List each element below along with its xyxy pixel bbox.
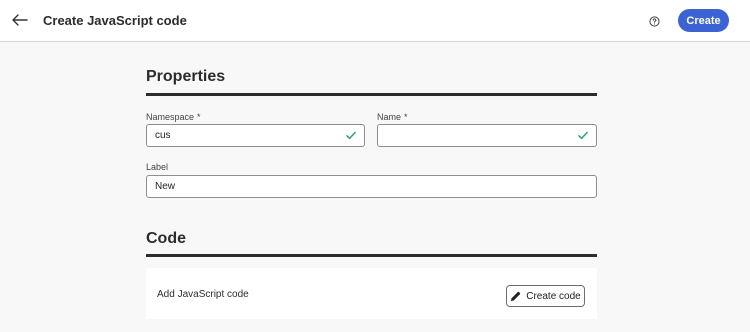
name-label: Name * <box>377 112 408 122</box>
top-bar: Create JavaScript code Create <box>0 0 750 42</box>
name-field[interactable] <box>377 124 597 147</box>
label-value: New <box>155 181 176 192</box>
create-code-label: Create code <box>526 290 581 302</box>
create-code-button[interactable]: Create code <box>506 285 585 307</box>
help-button[interactable] <box>645 12 663 30</box>
properties-divider <box>146 93 597 96</box>
namespace-field[interactable]: cus <box>146 124 365 147</box>
checkmark-icon <box>346 131 356 141</box>
namespace-label: Namespace * <box>146 112 201 122</box>
back-button[interactable] <box>10 10 30 30</box>
create-button[interactable]: Create <box>678 9 729 32</box>
checkmark-icon <box>578 131 588 141</box>
label-field-label: Label <box>146 162 169 172</box>
arrow-left-icon <box>12 14 28 26</box>
code-divider <box>146 254 597 257</box>
add-code-label: Add JavaScript code <box>157 289 249 300</box>
required-mark: * <box>404 112 408 122</box>
properties-heading: Properties <box>146 68 226 85</box>
code-heading: Code <box>146 230 186 247</box>
pencil-icon <box>511 291 521 301</box>
help-circle-icon <box>648 15 660 27</box>
name-label-text: Name <box>377 112 402 122</box>
label-field[interactable]: New <box>146 175 597 198</box>
namespace-value: cus <box>155 130 171 141</box>
namespace-label-text: Namespace <box>146 112 195 122</box>
required-mark: * <box>197 112 201 122</box>
page-title: Create JavaScript code <box>43 13 187 28</box>
code-panel: Add JavaScript code Create code <box>146 268 597 319</box>
